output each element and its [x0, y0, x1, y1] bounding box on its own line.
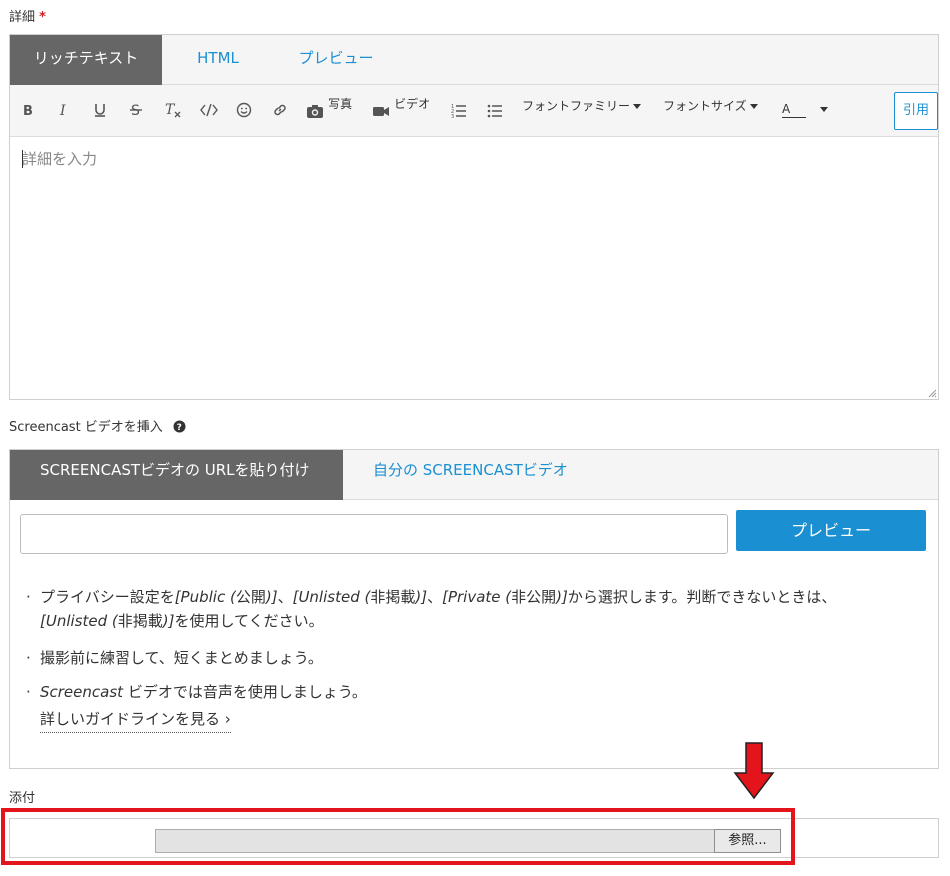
- italic-icon[interactable]: I: [54, 97, 74, 123]
- tip-text: 、: [427, 588, 443, 606]
- text-caret: [22, 150, 23, 168]
- chevron-down-icon: [820, 107, 829, 112]
- tab-my-screencast[interactable]: 自分の SCREENCASTビデオ: [343, 450, 643, 500]
- font-color-dropdown[interactable]: A: [782, 97, 832, 123]
- tip-text: )]: [415, 588, 428, 606]
- tip-text: [Unlisted (: [292, 588, 371, 606]
- tip-text: )]: [556, 588, 568, 606]
- required-marker: *: [39, 10, 46, 25]
- font-family-dropdown[interactable]: フォントファミリー: [522, 93, 648, 119]
- quote-button[interactable]: 引用: [894, 92, 938, 130]
- tip-text: [Private (: [442, 588, 512, 606]
- video-camera-icon: [373, 106, 389, 116]
- bullet-dot: ·: [26, 683, 31, 701]
- tip-text: [Unlisted (: [40, 612, 118, 630]
- tip-text: 撮影前に練習して、短くまとめましょう。: [40, 649, 323, 667]
- screencast-label-text: Screencast ビデオを挿入: [9, 420, 163, 435]
- details-editor: リッチテキスト HTML プレビュー B I S T 写真: [9, 34, 939, 400]
- emoji-icon[interactable]: [233, 97, 255, 123]
- tip-text: [Public (: [174, 588, 236, 606]
- underline-icon[interactable]: [90, 97, 110, 123]
- video-label: ビデオ: [394, 97, 431, 111]
- tip-text: を使用してください。: [174, 612, 324, 630]
- chevron-down-icon: [633, 104, 642, 109]
- highlight-box: [1, 808, 795, 865]
- screencast-panel: SCREENCASTビデオの URLを貼り付け 自分の SCREENCASTビデ…: [9, 449, 939, 769]
- screencast-tab-bar: SCREENCASTビデオの URLを貼り付け 自分の SCREENCASTビデ…: [10, 450, 938, 500]
- details-label: 詳細 *: [9, 6, 46, 25]
- tip-text: )]: [265, 588, 278, 606]
- tip-text: 非掲載: [117, 612, 163, 630]
- tip-text: )]: [162, 612, 175, 630]
- chevron-down-icon: [749, 104, 758, 109]
- bullet-dot: ·: [26, 588, 31, 606]
- photo-label: 写真: [328, 97, 353, 111]
- svg-text:?: ?: [177, 423, 182, 433]
- details-textarea[interactable]: 詳細を入力: [10, 138, 938, 399]
- tab-paste-url[interactable]: SCREENCASTビデオの URLを貼り付け: [10, 450, 343, 500]
- svg-text:I: I: [59, 103, 66, 117]
- tab-rich-text[interactable]: リッチテキスト: [10, 35, 162, 85]
- font-size-label: フォントサイズ: [663, 99, 747, 113]
- clear-format-icon[interactable]: T: [162, 97, 184, 123]
- strikethrough-icon[interactable]: S: [126, 97, 146, 123]
- help-icon[interactable]: ?: [173, 420, 186, 433]
- preview-button[interactable]: プレビュー: [736, 510, 926, 551]
- link-icon[interactable]: [269, 97, 291, 123]
- tip-text: ビデオでは音声を使用しましょう。: [123, 683, 367, 701]
- svg-text:B: B: [23, 104, 33, 117]
- camera-icon: [307, 104, 323, 118]
- attachment-label: 添付: [9, 791, 36, 806]
- resize-grip-icon[interactable]: [927, 388, 937, 398]
- screencast-url-input[interactable]: [20, 514, 728, 554]
- details-label-text: 詳細: [9, 10, 36, 25]
- tab-preview[interactable]: プレビュー: [274, 35, 398, 85]
- tip-text: 、: [277, 588, 293, 606]
- tip-text: 公開: [235, 588, 266, 606]
- tip-text: プライバシー設定を: [40, 588, 175, 606]
- tip-text: 非公開: [511, 588, 557, 606]
- editor-tab-bar: リッチテキスト HTML プレビュー: [10, 35, 938, 85]
- video-button[interactable]: ビデオ: [372, 97, 436, 123]
- guidelines-link-text: 詳しいガイドラインを見る: [40, 710, 221, 728]
- details-placeholder: 詳細を入力: [22, 150, 98, 168]
- font-size-dropdown[interactable]: フォントサイズ: [663, 93, 767, 119]
- photo-button[interactable]: 写真: [306, 97, 356, 123]
- svg-text:T: T: [165, 102, 176, 118]
- font-color-icon: A: [782, 101, 806, 118]
- guidelines-link[interactable]: 詳しいガイドラインを見る ›: [40, 708, 231, 733]
- arrow-down-icon: [733, 742, 775, 800]
- tip-text: から選択します。判断できないときは、: [567, 588, 837, 606]
- tab-html[interactable]: HTML: [162, 35, 274, 85]
- code-icon[interactable]: [198, 97, 220, 123]
- tip-text: Screencast: [40, 683, 124, 701]
- chevron-right-icon: ›: [224, 710, 231, 728]
- bullet-dot: ·: [26, 649, 31, 667]
- font-family-label: フォントファミリー: [522, 99, 631, 113]
- screencast-label: Screencast ビデオを挿入 ?: [9, 416, 186, 435]
- bold-icon[interactable]: B: [18, 97, 38, 123]
- tip-text: 非掲載: [370, 588, 416, 606]
- editor-toolbar: B I S T 写真 ビデオ 123: [10, 85, 938, 137]
- svg-text:3: 3: [451, 114, 454, 118]
- ordered-list-icon[interactable]: 123: [449, 97, 469, 123]
- bulleted-list-icon[interactable]: [485, 97, 505, 123]
